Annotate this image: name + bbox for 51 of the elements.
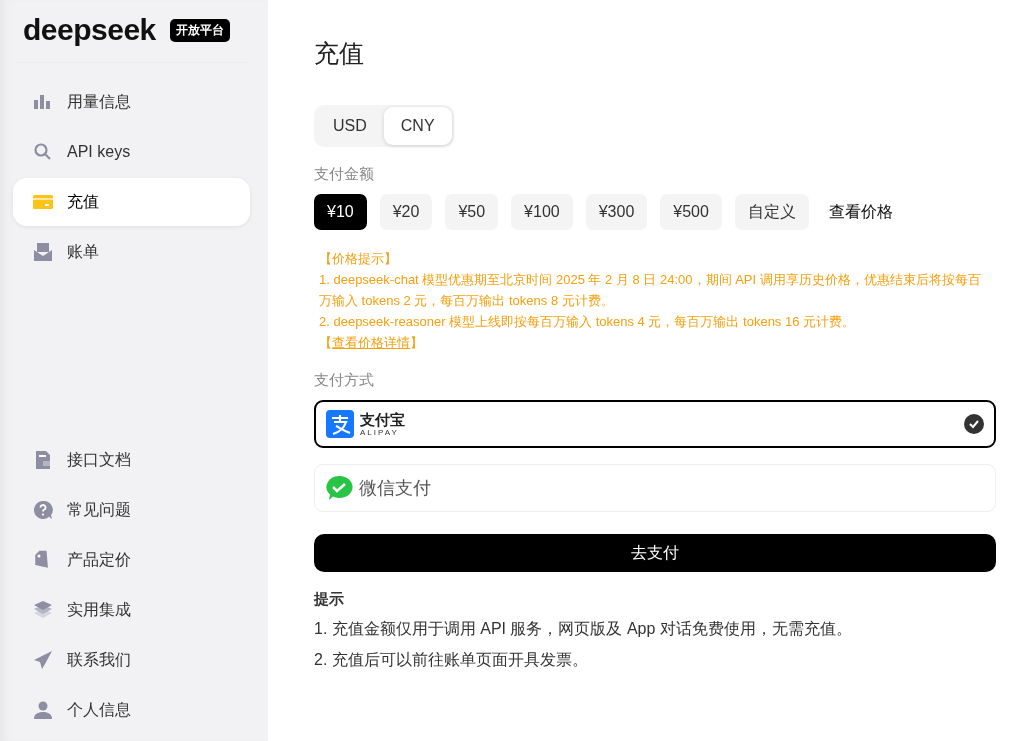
sidebar-item[interactable]: API keys (13, 128, 250, 176)
check-icon (964, 414, 984, 434)
bracket: 【 (319, 335, 332, 350)
bar-chart-icon (33, 92, 53, 112)
payment-method-label: 支付方式 (314, 371, 375, 390)
alipay-logo-icon (326, 410, 354, 438)
currency-tab[interactable]: USD (316, 107, 384, 145)
sidebar-item[interactable]: 常见问题 (13, 486, 250, 534)
amount-option[interactable]: ¥100 (511, 194, 573, 230)
bracket: 】 (410, 335, 423, 350)
sidebar-item[interactable]: 实用集成 (13, 586, 250, 634)
pay-button[interactable]: 去支付 (314, 534, 996, 572)
amount-option[interactable]: ¥10 (314, 194, 367, 230)
card-icon (33, 192, 53, 212)
search-icon (33, 142, 53, 162)
amount-option[interactable]: ¥500 (660, 194, 722, 230)
envelope-icon (33, 242, 53, 262)
platform-badge: 开放平台 (169, 18, 230, 42)
page-title: 充值 (314, 38, 365, 69)
sidebar-item[interactable]: 接口文档 (13, 436, 250, 484)
amount-label: 支付金额 (314, 165, 375, 184)
sidebar-item[interactable]: 联系我们 (13, 636, 250, 684)
person-icon (33, 700, 53, 720)
tip-text: 2. 充值后可以前往账单页面开具发票。 (314, 650, 589, 670)
currency-tab[interactable]: CNY (383, 107, 452, 145)
tip-text: 1. 充值金额仅用于调用 API 服务，网页版及 App 对话免费使用，无需充值。 (314, 619, 853, 639)
payment-option[interactable]: 微信支付 (314, 464, 996, 512)
payment-option[interactable]: 支付宝 ALIPAY (314, 400, 996, 448)
sidebar-item[interactable]: 账单 (13, 228, 250, 276)
paper-plane-icon (33, 650, 53, 670)
pricing-link[interactable]: 查看价格 (828, 201, 893, 223)
notice-title: 【价格提示】 (319, 250, 398, 268)
amount-option[interactable]: 自定义 (734, 194, 809, 230)
alipay-subtitle: ALIPAY (360, 428, 400, 437)
layers-icon (33, 600, 53, 620)
sidebar-item[interactable]: 用量信息 (13, 78, 250, 126)
amount-option[interactable]: ¥20 (379, 194, 433, 230)
tips-title: 提示 (314, 590, 345, 609)
notice-text: 1. deepseek-chat 模型优惠期至北京时间 2025 年 2 月 8 日 24:00，期间 API 调用享历史价格，优惠结束后将按每百万输入 tokens 2 元，每百万输出 tokens 8 元计费。 (319, 271, 982, 310)
sidebar-item[interactable]: 产品定价 (13, 536, 250, 584)
document-icon (33, 450, 53, 470)
amount-option[interactable]: ¥50 (445, 194, 499, 230)
logo-wordmark: deepseek (23, 13, 156, 47)
sidebar-item[interactable]: 个人信息 (13, 686, 250, 734)
notice-text: 2. deepseek-reasoner 模型上线即按每百万输入 tokens 4 元，每百万输出 tokens 16 元计费。 (319, 313, 857, 331)
sidebar-item[interactable]: 充值 (13, 178, 250, 226)
help-icon (33, 500, 53, 520)
chat-bubble-check-icon (325, 474, 353, 502)
alipay-name: 支付宝 (360, 411, 405, 427)
wechat-pay-name: 微信支付 (359, 477, 431, 500)
amount-option[interactable]: ¥300 (585, 194, 648, 230)
